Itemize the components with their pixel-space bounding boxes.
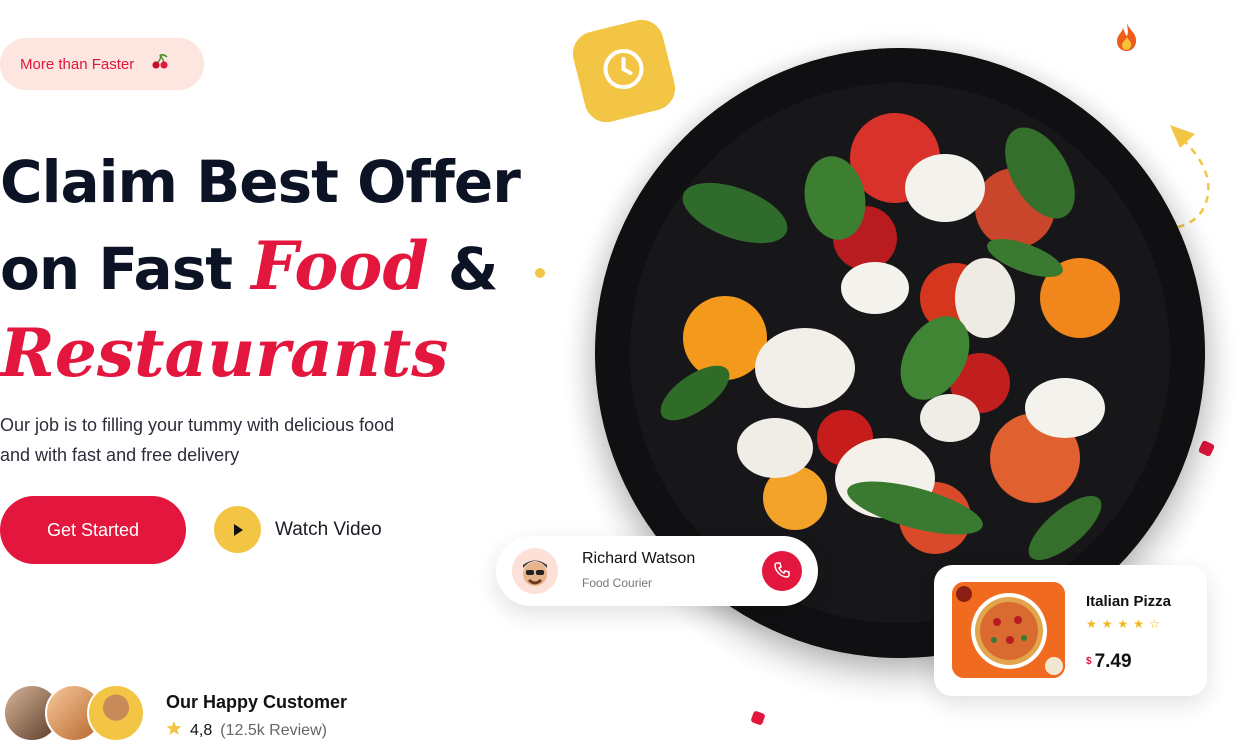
- clock-tile: [568, 15, 680, 127]
- headline-line1: Claim Best Offer: [0, 148, 521, 216]
- star-outline-icon: ☆: [1149, 617, 1165, 631]
- avatar: [512, 548, 558, 594]
- hero-headline: Claim Best Offer on Fast Food & Restaura…: [0, 140, 600, 398]
- avatar: [87, 684, 145, 742]
- fire-icon: [1114, 22, 1140, 59]
- star-icon: ★: [1101, 617, 1118, 631]
- headline-highlight-restaurants: Restaurants: [0, 314, 449, 392]
- hero-subtext: Our job is to filling your tummy with de…: [0, 410, 470, 470]
- cherry-icon: [150, 54, 170, 74]
- decor-dot: [535, 268, 545, 278]
- courier-role: Food Courier: [582, 576, 653, 590]
- headline-line2-prefix: on Fast: [0, 235, 233, 303]
- call-button[interactable]: [762, 551, 802, 591]
- star-icon: ★: [1133, 617, 1150, 631]
- star-icon: ★: [1086, 617, 1102, 631]
- star-icon: [166, 720, 182, 741]
- decor-square: [750, 710, 766, 726]
- subtext-line1: Our job is to filling your tummy with de…: [0, 415, 395, 435]
- subtext-line2: and with fast and free delivery: [0, 445, 240, 465]
- product-card[interactable]: Italian Pizza ★★★★☆ $7.49: [934, 565, 1207, 696]
- review-count: (12.5k Review): [220, 721, 327, 739]
- product-price: $7.49: [1086, 651, 1132, 673]
- phone-icon: [773, 561, 791, 582]
- star-icon: ★: [1117, 617, 1134, 631]
- product-name: Italian Pizza: [1086, 593, 1172, 610]
- customer-title: Our Happy Customer: [166, 692, 348, 712]
- get-started-button[interactable]: Get Started: [0, 496, 186, 564]
- courier-name: Richard Watson: [582, 550, 696, 567]
- price-value: 7.49: [1094, 651, 1132, 672]
- watch-video-label: Watch Video: [275, 518, 382, 540]
- product-rating: ★★★★☆: [1086, 617, 1165, 631]
- courier-card: Richard Watson Food Courier: [496, 536, 818, 606]
- customer-rating: 4,8 (12.5k Review): [166, 720, 327, 741]
- play-icon[interactable]: [214, 506, 261, 553]
- price-currency: $: [1086, 656, 1092, 668]
- hero-badge: More than Faster: [0, 38, 204, 90]
- pizza-image: [952, 582, 1065, 678]
- rating-value: 4,8: [190, 721, 213, 739]
- headline-ampersand: &: [447, 235, 499, 303]
- badge-label: More than Faster: [20, 55, 135, 73]
- customer-avatars: [3, 684, 148, 742]
- watch-video-button[interactable]: Watch Video: [214, 506, 382, 553]
- headline-highlight-food: Food: [251, 227, 429, 305]
- clock-icon: [597, 42, 652, 100]
